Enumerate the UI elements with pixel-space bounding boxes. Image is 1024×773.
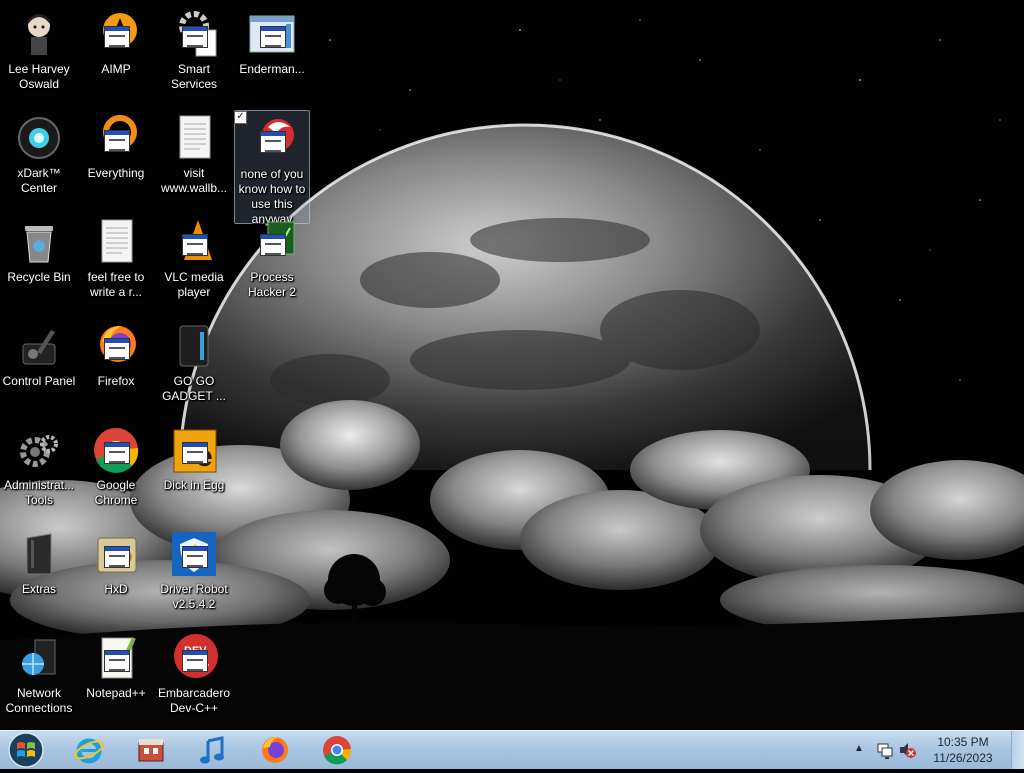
show-desktop-button[interactable] xyxy=(1011,731,1024,769)
desktop-icon-notepad-plus-plus[interactable]: Notepad++ xyxy=(78,630,154,701)
desktop-icon-embarcadero-dev-cpp[interactable]: DEV+ Embarcadero Dev-C++ xyxy=(156,630,232,716)
icon-label: visit www.wallb... xyxy=(160,166,228,195)
store-icon xyxy=(138,739,164,762)
desktop-icon-recycle-bin[interactable]: Recycle Bin xyxy=(1,214,77,285)
taskbar-app-internet-explorer[interactable] xyxy=(62,733,116,767)
aimp-icon xyxy=(92,10,140,58)
volume-muted-icon[interactable] xyxy=(898,741,916,759)
network-status-icon[interactable] xyxy=(876,741,894,759)
desktop-icon-visit-wallb[interactable]: visit www.wallb... xyxy=(156,110,232,196)
desktop-icon-everything[interactable]: Everything xyxy=(78,110,154,181)
firefox-icon xyxy=(262,737,288,763)
firefox-icon xyxy=(92,322,140,370)
gear-icon xyxy=(170,10,218,58)
icon-label: GO GO GADGET ... xyxy=(162,374,226,403)
desktop-icon-firefox[interactable]: Firefox xyxy=(78,318,154,389)
icon-label: Network Connections xyxy=(5,686,73,715)
red-app-icon: ✓ xyxy=(234,111,296,163)
icon-label: Firefox xyxy=(97,374,135,388)
desktop-icon-administrative-tools[interactable]: Administrat... Tools xyxy=(1,422,77,508)
desktop-icon-control-panel[interactable]: Control Panel xyxy=(1,318,77,389)
system-tray: ▲ 10:35 PM 11/26/2023 xyxy=(854,731,1024,769)
windows-orb-icon xyxy=(8,732,44,768)
desktop-icon-extras[interactable]: Extras xyxy=(1,526,77,597)
icon-label: Administrat... Tools xyxy=(3,478,75,507)
window-app-icon xyxy=(248,10,296,58)
selection-checkbox[interactable]: ✓ xyxy=(234,111,247,124)
control-panel-icon xyxy=(15,322,63,370)
notepad-plus-icon xyxy=(92,634,140,682)
shield-icon xyxy=(170,530,218,578)
gadget-icon xyxy=(170,322,218,370)
icon-label: xDark™ Center xyxy=(17,166,61,195)
xdark-orb-icon xyxy=(15,114,63,162)
desktop-icon-aimp[interactable]: AIMP xyxy=(78,6,154,77)
icon-label: feel free to write a r... xyxy=(87,270,145,299)
icon-label: AIMP xyxy=(101,62,131,76)
icon-label: Dick in Egg xyxy=(163,478,225,492)
ie-icon xyxy=(74,738,104,764)
folder-icon xyxy=(15,530,63,578)
vlc-cone-icon xyxy=(170,218,218,266)
desktop-icon-vlc-media-player[interactable]: VLC media player xyxy=(156,214,232,300)
chrome-icon xyxy=(92,426,140,474)
taskbar: ▲ 10:35 PM 11/26/2023 xyxy=(0,730,1024,769)
clock-date: 11/26/2023 xyxy=(933,751,993,765)
admin-tools-icon xyxy=(15,426,63,474)
desktop-icon-go-go-gadget[interactable]: GO GO GADGET ... xyxy=(156,318,232,404)
taskbar-app-store[interactable] xyxy=(124,733,178,767)
devcpp-icon: DEV+ xyxy=(170,634,218,682)
desktop-icon-network-connections[interactable]: Network Connections xyxy=(1,630,77,716)
text-document-icon xyxy=(92,218,140,266)
icon-label: Lee Harvey Oswald xyxy=(8,62,70,91)
clock-time: 10:35 PM xyxy=(937,735,989,749)
e-icon: e xyxy=(170,426,218,474)
recycle-bin-icon xyxy=(15,218,63,266)
network-globe-icon xyxy=(15,634,63,682)
desktop-icon-driver-robot[interactable]: Driver Robot v2.5.4.2 xyxy=(156,526,232,612)
show-hidden-icons-arrow[interactable]: ▲ xyxy=(854,743,864,754)
chrome-icon xyxy=(323,736,352,765)
icon-label: Smart Services xyxy=(170,62,217,91)
everything-icon xyxy=(92,114,140,162)
icon-label: Enderman... xyxy=(239,62,305,76)
process-hacker-icon xyxy=(248,218,296,266)
taskbar-app-firefox[interactable] xyxy=(248,733,302,767)
desktop-icon-none-of-you[interactable]: ✓ none of you know how to use this anywa… xyxy=(234,110,310,226)
icon-label: VLC media player xyxy=(164,270,224,299)
icon-label: Notepad++ xyxy=(86,686,146,700)
icon-label: Driver Robot v2.5.4.2 xyxy=(160,582,228,611)
taskbar-app-music[interactable] xyxy=(186,733,240,767)
desktop-icon-hxd[interactable]: D HxD xyxy=(78,526,154,597)
taskbar-app-google-chrome[interactable] xyxy=(310,733,364,767)
desktop-icon-xdark-center[interactable]: xDark™ Center xyxy=(1,110,77,196)
icon-label: Google Chrome xyxy=(94,478,138,507)
icon-label: Embarcadero Dev-C++ xyxy=(157,686,231,715)
desktop-icon-dick-in-egg[interactable]: e Dick in Egg xyxy=(156,422,232,493)
icon-label: Control Panel xyxy=(2,374,76,388)
music-note-icon xyxy=(200,736,224,764)
desktop-icon-google-chrome[interactable]: Google Chrome xyxy=(78,422,154,508)
start-button[interactable] xyxy=(6,732,46,768)
taskbar-clock[interactable]: 10:35 PM 11/26/2023 xyxy=(922,734,1004,766)
text-document-icon xyxy=(170,114,218,162)
icon-label: Extras xyxy=(21,582,56,596)
desktop-icon-lee-harvey-oswald[interactable]: Lee Harvey Oswald xyxy=(1,6,77,92)
hxd-icon: D xyxy=(92,530,140,578)
icon-label: Process Hacker 2 xyxy=(247,270,297,299)
desktop-icon-feel-free[interactable]: feel free to write a r... xyxy=(78,214,154,300)
icon-label: Everything xyxy=(87,166,145,180)
desktop-icon-process-hacker-2[interactable]: Process Hacker 2 xyxy=(234,214,310,300)
icon-label: HxD xyxy=(104,582,128,596)
desktop-icon-enderman[interactable]: Enderman... xyxy=(234,6,310,77)
desktop-icon-smart-services[interactable]: Smart Services xyxy=(156,6,232,92)
icon-label: Recycle Bin xyxy=(7,270,71,284)
character-icon xyxy=(15,10,63,58)
